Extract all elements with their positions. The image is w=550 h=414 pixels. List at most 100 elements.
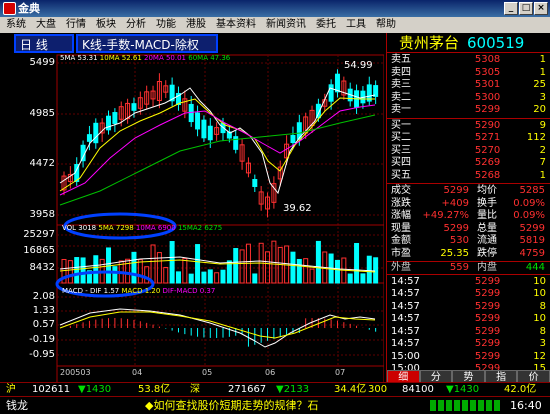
tick-row: 14:57 5299 10	[391, 288, 546, 301]
volume-bar	[296, 258, 302, 284]
menu-tools[interactable]: 工具	[346, 17, 366, 33]
ma10-legend: 10MA 52.61	[99, 54, 142, 62]
stat-label: 均价	[477, 185, 497, 196]
minimize-button[interactable]: _	[504, 2, 518, 15]
volume-bar	[80, 257, 86, 284]
volume-bar	[220, 269, 226, 284]
volume-bar	[163, 266, 169, 284]
tick-row: 14:57 5299 10	[391, 313, 546, 326]
menu-help[interactable]: 帮助	[376, 17, 396, 33]
index-300-value: 84100	[402, 384, 434, 395]
stat-label: 流通	[477, 235, 497, 246]
macd-bars-group	[69, 318, 377, 347]
bid-book: 买一 5290 9 买二 5271 112 买三 5270 2 买四 5269 7 买五 5268 1	[387, 119, 550, 184]
sz-change: ▼2133	[276, 384, 310, 395]
volume-bar	[150, 244, 156, 284]
volume-bar	[125, 258, 131, 284]
volume-bar	[315, 240, 321, 284]
menu-sectors[interactable]: 板块	[96, 17, 116, 33]
sh-amount: 53.8亿	[138, 384, 171, 395]
bid-row-label: 买三	[391, 144, 411, 156]
stat-label: 金额	[391, 235, 411, 246]
tick-price: 5299	[474, 313, 501, 324]
stat-value: 530	[449, 235, 469, 246]
indicator-label[interactable]: K线-手数-MACD-除权	[82, 36, 199, 53]
kline-chart-svg	[14, 34, 385, 384]
bid-row-volume: 7	[539, 157, 546, 168]
volume-bar	[137, 259, 143, 284]
menu-system[interactable]: 系统	[6, 17, 26, 33]
stat-value: 5299	[443, 185, 469, 196]
tick-price: 5299	[474, 288, 501, 299]
menu-news[interactable]: 新闻资讯	[266, 17, 306, 33]
ma-legend: 5MA 53.31 10MA 52.61 20MA 50.01 60MA 47.…	[60, 54, 230, 62]
sz-index: 271667	[228, 384, 267, 395]
ask-row-volume: 3	[539, 91, 546, 103]
app-logo-icon	[3, 2, 16, 15]
volume-bar	[74, 257, 80, 284]
volume-bar	[239, 249, 245, 284]
title-bar: 金典 _ □ ×	[0, 0, 550, 17]
volume-bar	[169, 241, 175, 284]
ma60-legend: 60MA 47.36	[188, 54, 231, 62]
menu-fundamentals[interactable]: 基本资料	[216, 17, 256, 33]
menu-functions[interactable]: 功能	[156, 17, 176, 33]
macd-axis-label: 0.57	[32, 319, 55, 330]
window-title: 金典	[18, 2, 40, 15]
tick-time: 14:57	[391, 288, 420, 299]
kline-chart-panel[interactable]: 日 线 K线-手数-MACD-除权 5499 4985 4472 3958 25…	[0, 33, 385, 384]
macd-diff-legend: DIF-MACD 0.37	[162, 287, 216, 295]
ask-row: 卖五 5308 1	[391, 54, 546, 67]
stats-table: 成交 5299 均价 5285 涨跌 +409 换手 0.09% 涨幅 +49.27% 量比 0.09…	[387, 184, 550, 262]
stat-value: +409	[441, 197, 469, 209]
bid-row: 买五 5268 1	[391, 170, 546, 183]
bid-row-label: 买五	[391, 169, 411, 181]
ask-row: 卖一 5299 20	[391, 104, 546, 117]
date-label: 06	[265, 368, 276, 377]
ask-row: 卖四 5305 1	[391, 67, 546, 80]
stat-label: 跌停	[477, 247, 497, 259]
menu-hk[interactable]: 港股	[186, 17, 206, 33]
tick-price: 5299	[474, 300, 501, 312]
stat-value: 5299	[443, 222, 469, 234]
tick-volume: 8	[539, 325, 546, 337]
stat-row: 涨幅 +49.27% 量比 0.09%	[391, 210, 546, 223]
volume-bar	[182, 258, 188, 284]
menu-market[interactable]: 大盘	[36, 17, 56, 33]
outin-row: 外盘 559 内盘 444	[387, 262, 550, 275]
price-axis-label: 4985	[29, 108, 55, 119]
candle-body	[252, 179, 258, 187]
stat-value: 25.35	[440, 247, 469, 259]
bid-row-label: 买一	[391, 119, 411, 131]
bid-row-volume: 9	[539, 119, 546, 131]
stat-label: 涨跌	[391, 197, 411, 209]
stat-value: 5819	[519, 235, 545, 246]
volume-bar	[309, 268, 315, 284]
stat-label: 现量	[391, 222, 411, 234]
tick-volume: 3	[539, 338, 546, 349]
macd-dea-legend: MACD 1.20	[121, 287, 161, 295]
bid-row-volume: 1	[539, 169, 546, 181]
out-value: 559	[449, 262, 469, 273]
ask-row-price: 5301	[474, 79, 501, 90]
date-label: 200503	[60, 368, 91, 377]
volume-bar	[188, 273, 194, 284]
period-label[interactable]: 日 线	[20, 36, 48, 53]
close-button[interactable]: ×	[534, 2, 548, 15]
volume-bar	[373, 257, 379, 284]
bid-row-price: 5270	[474, 144, 501, 156]
menu-analysis[interactable]: 分析	[126, 17, 146, 33]
menu-trade[interactable]: 委托	[316, 17, 336, 33]
candle-body	[195, 112, 201, 130]
stat-value: 4759	[519, 247, 545, 259]
candle-body	[93, 122, 99, 144]
sh-label: 沪	[6, 384, 16, 395]
maximize-button[interactable]: □	[519, 2, 533, 15]
volume-bar	[201, 271, 207, 284]
candle-body	[86, 134, 92, 142]
ask-row-volume: 25	[533, 79, 546, 90]
ask-row-label: 卖四	[391, 66, 411, 78]
stat-label: 量比	[477, 210, 497, 221]
news-ticker[interactable]: ◆如何查找股价短期走势的规律？石	[145, 397, 318, 414]
menu-quotes[interactable]: 行情	[66, 17, 86, 33]
